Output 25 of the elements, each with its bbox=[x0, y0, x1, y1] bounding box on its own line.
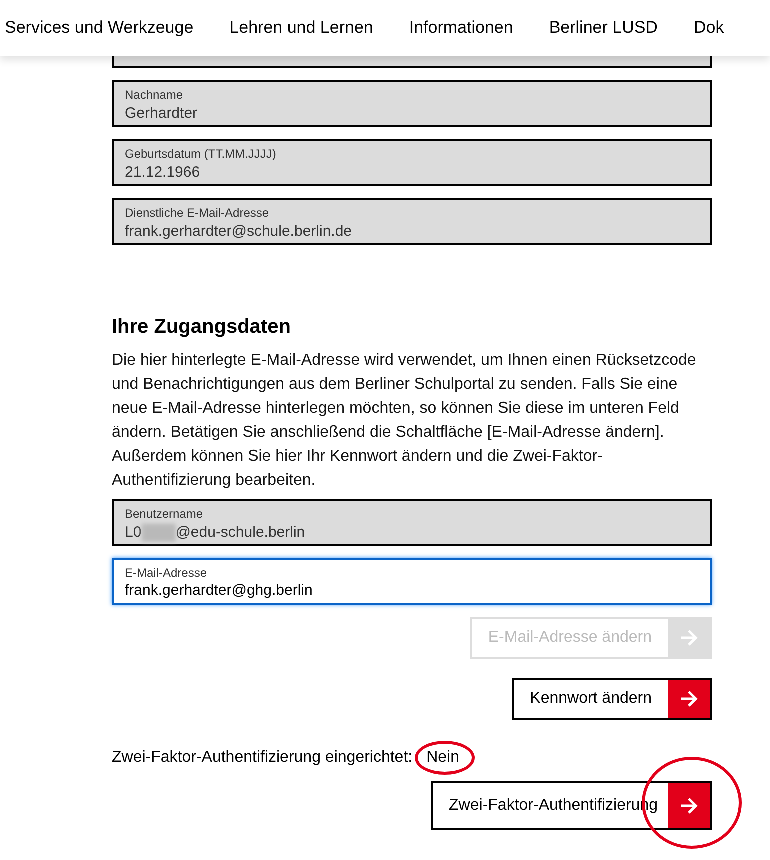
username-prefix: L0 bbox=[125, 523, 142, 543]
status-label: Zwei-Faktor-Authentifizierung eingerichtet: bbox=[112, 749, 413, 767]
field-label: Benutzername bbox=[125, 507, 204, 521]
nav-link[interactable]: Dok bbox=[694, 18, 724, 38]
arrow-right-icon bbox=[680, 798, 698, 814]
section-heading: Ihre Zugangsdaten bbox=[112, 315, 292, 339]
field-label: Dienstliche E-Mail-Adresse bbox=[125, 206, 270, 220]
field-value: frank.gerhardter@schule.berlin.de bbox=[125, 222, 354, 242]
field-label: Geburtsdatum (TT.MM.JJJJ) bbox=[125, 147, 278, 161]
arrow-right-icon bbox=[680, 691, 698, 707]
arrow-right-icon bbox=[680, 630, 698, 646]
nav-link[interactable]: Berliner LUSD bbox=[549, 18, 658, 38]
field-label: Nachname bbox=[125, 88, 184, 102]
field-value: Gerhardter bbox=[125, 104, 199, 124]
field-value: 21.12.1966 bbox=[125, 163, 202, 183]
status-value: Nein bbox=[426, 749, 460, 766]
nav-link[interactable]: Lehren und Lernen bbox=[230, 18, 374, 38]
nav-link[interactable]: Services und Werkzeuge bbox=[5, 18, 194, 38]
nav-link[interactable]: Informationen bbox=[409, 18, 514, 38]
email-input[interactable]: frank.gerhardter@ghg.berlin bbox=[125, 582, 699, 599]
action-button[interactable]: Kennwort ändern bbox=[512, 678, 712, 720]
username-domain: @edu-schule.berlin bbox=[176, 523, 306, 543]
field-label: E-Mail-Adresse bbox=[125, 566, 208, 580]
description-text: Die hier hinterlegte E-Mail-Adresse wird verwendet, um Ihnen einen Rücksetzcode und Benachrichtigungen aus dem Berliner Schulportal zu senden. Falls Sie eine neue E-Mail-Adresse hinterlegen möchten, so können Sie diese im unteren Feld ändern. Betätigen Sie anschließend die Schaltfläche [E-Mail-Adresse ändern]. Außerdem können Sie hier Ihr Kennwort ändern und die Zwei-Faktor-Authentifizierung bearbeiten. bbox=[112, 351, 698, 491]
email-field[interactable]: E-Mail-Adresse frank.gerhardter@ghg.berlin bbox=[112, 558, 712, 605]
